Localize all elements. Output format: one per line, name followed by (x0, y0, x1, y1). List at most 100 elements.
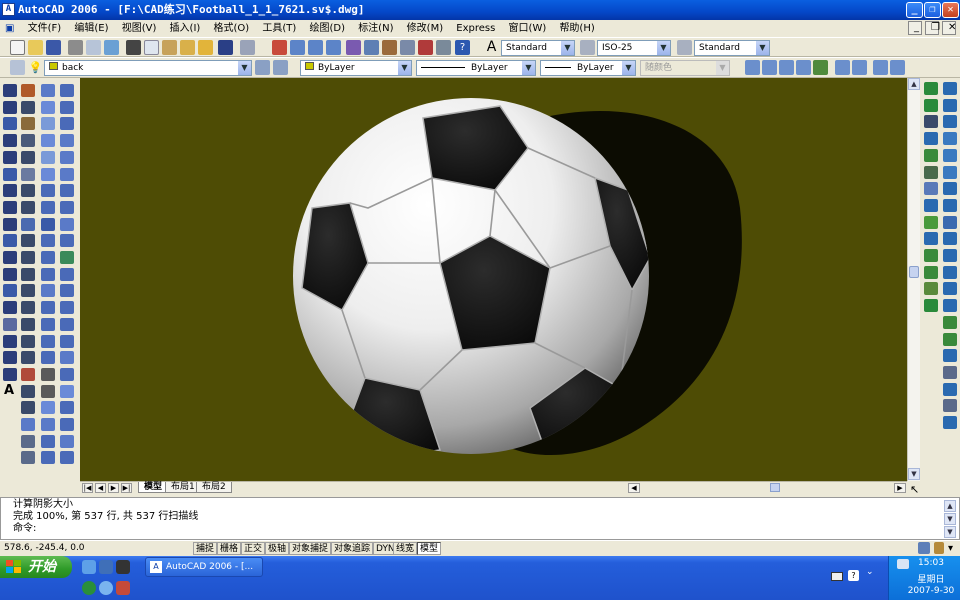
tool-icon[interactable] (943, 265, 957, 279)
tool-icon[interactable] (3, 134, 17, 148)
communication-center-icon[interactable] (918, 542, 930, 554)
command-scroll-down-icon[interactable]: ▼ (944, 526, 956, 538)
drawing-viewport[interactable] (80, 78, 907, 481)
multiline-text-icon[interactable]: A (4, 383, 14, 398)
tool-icon[interactable] (21, 200, 35, 214)
lock-icon[interactable] (934, 542, 944, 554)
tool-icon[interactable] (943, 416, 957, 429)
tool-icon[interactable] (60, 251, 74, 264)
publish-icon[interactable] (104, 40, 119, 55)
menu-dimension[interactable]: 标注(N) (353, 20, 398, 37)
show-desktop-icon[interactable] (82, 560, 96, 574)
open-icon[interactable] (28, 40, 43, 55)
tool-icon[interactable] (21, 284, 35, 298)
chevron-down-icon[interactable]: ▼ (561, 41, 574, 55)
menu-tools[interactable]: 工具(T) (257, 20, 301, 37)
tool-icon[interactable] (21, 217, 35, 231)
tool-icon[interactable] (41, 167, 55, 181)
menu-window[interactable]: 窗口(W) (504, 20, 552, 37)
tool-icon[interactable] (21, 351, 35, 365)
tool-icon[interactable] (41, 234, 55, 248)
tool-icon[interactable] (943, 98, 957, 112)
tool-icon[interactable] (41, 150, 55, 164)
tool-icon[interactable] (3, 367, 17, 381)
tool-icon[interactable] (60, 117, 74, 131)
tool-icon[interactable] (21, 150, 35, 164)
tool-icon[interactable] (943, 282, 957, 296)
lineweight-select[interactable]: ByLayer ▼ (540, 60, 636, 76)
tool-icon[interactable] (943, 198, 957, 212)
toggle-lineweight[interactable]: 线宽 (393, 542, 418, 555)
tool-icon[interactable] (60, 301, 74, 315)
block-editor-icon[interactable] (198, 40, 213, 55)
match-properties-icon[interactable] (180, 40, 195, 55)
tool-icon[interactable] (924, 115, 938, 129)
zoom-window-icon[interactable] (308, 40, 323, 55)
tool-icon[interactable] (60, 317, 74, 331)
text-style-select[interactable]: Standard ▼ (501, 40, 575, 56)
save-icon[interactable] (46, 40, 61, 55)
tool-icon[interactable] (60, 200, 74, 214)
tool-icon[interactable] (924, 215, 938, 229)
quick-launch-icon[interactable] (116, 581, 130, 595)
doc-close-button[interactable]: ✕ (942, 21, 956, 35)
chevron-down-icon[interactable]: ▼ (716, 61, 729, 75)
tool-icon[interactable] (943, 215, 957, 229)
tool-icon[interactable] (21, 451, 35, 465)
plotstyle-select[interactable]: 随颜色 ▼ (640, 60, 730, 76)
design-center-icon[interactable] (364, 40, 379, 55)
tab-layout2[interactable]: 布局2 (196, 482, 232, 493)
properties-icon[interactable] (346, 40, 361, 55)
tool-icon[interactable] (943, 315, 957, 329)
linetype-select[interactable]: ByLayer ▼ (416, 60, 536, 76)
tool-icon[interactable] (41, 418, 55, 431)
tool-icon[interactable] (21, 301, 35, 315)
tool-icon[interactable] (943, 148, 957, 162)
tool-icon[interactable] (60, 150, 74, 164)
tool-icon[interactable] (3, 251, 17, 264)
zoom-previous-icon[interactable] (326, 40, 341, 55)
chevron-down-icon[interactable]: ▼ (522, 61, 535, 75)
prev-tab-icon[interactable]: ◀ (95, 483, 106, 493)
scroll-thumb[interactable] (909, 266, 919, 278)
tool-icon[interactable] (943, 332, 957, 346)
tool-icon[interactable] (3, 317, 17, 331)
menu-insert[interactable]: 插入(I) (165, 20, 206, 37)
toggle-grid[interactable]: 栅格 (217, 542, 242, 555)
tool-icon[interactable] (41, 100, 55, 114)
tool-icon[interactable] (3, 301, 17, 315)
scroll-up-icon[interactable]: ▲ (908, 78, 920, 90)
tool-icon[interactable] (924, 232, 938, 246)
menu-file[interactable]: 文件(F) (23, 20, 67, 37)
menu-edit[interactable]: 编辑(E) (69, 20, 113, 37)
hscroll-thumb[interactable] (770, 483, 780, 492)
tool-icon[interactable] (924, 98, 938, 112)
zoom-dynamic-icon[interactable] (762, 60, 777, 75)
tool-icon[interactable] (3, 184, 17, 198)
toggle-snap[interactable]: 捕捉 (193, 542, 218, 555)
keyboard-icon[interactable] (831, 572, 843, 581)
copy-icon[interactable] (144, 40, 159, 55)
zoom-window-icon[interactable] (745, 60, 760, 75)
menu-draw[interactable]: 绘图(D) (304, 20, 350, 37)
new-icon[interactable] (10, 40, 25, 55)
tool-icon[interactable] (60, 451, 74, 465)
cut-icon[interactable] (126, 40, 141, 55)
undo-icon[interactable] (218, 40, 233, 55)
tool-icon[interactable] (60, 267, 74, 281)
tool-icon[interactable] (21, 317, 35, 331)
tool-icon[interactable] (3, 150, 17, 164)
scroll-left-icon[interactable]: ◀ (628, 483, 640, 493)
menu-help[interactable]: 帮助(H) (554, 20, 599, 37)
tool-icon[interactable] (41, 451, 55, 465)
tool-icon[interactable] (60, 434, 74, 448)
help-icon[interactable]: ? (848, 570, 859, 581)
minimize-button[interactable]: _ (906, 2, 923, 18)
tool-icon[interactable] (41, 351, 55, 365)
make-object-layer-current-icon[interactable] (255, 60, 270, 75)
tool-icon[interactable] (60, 334, 74, 348)
menu-format[interactable]: 格式(O) (209, 20, 255, 37)
tool-icon[interactable] (41, 184, 55, 198)
pan-icon[interactable] (272, 40, 287, 55)
toggle-ortho[interactable]: 正交 (241, 542, 266, 555)
